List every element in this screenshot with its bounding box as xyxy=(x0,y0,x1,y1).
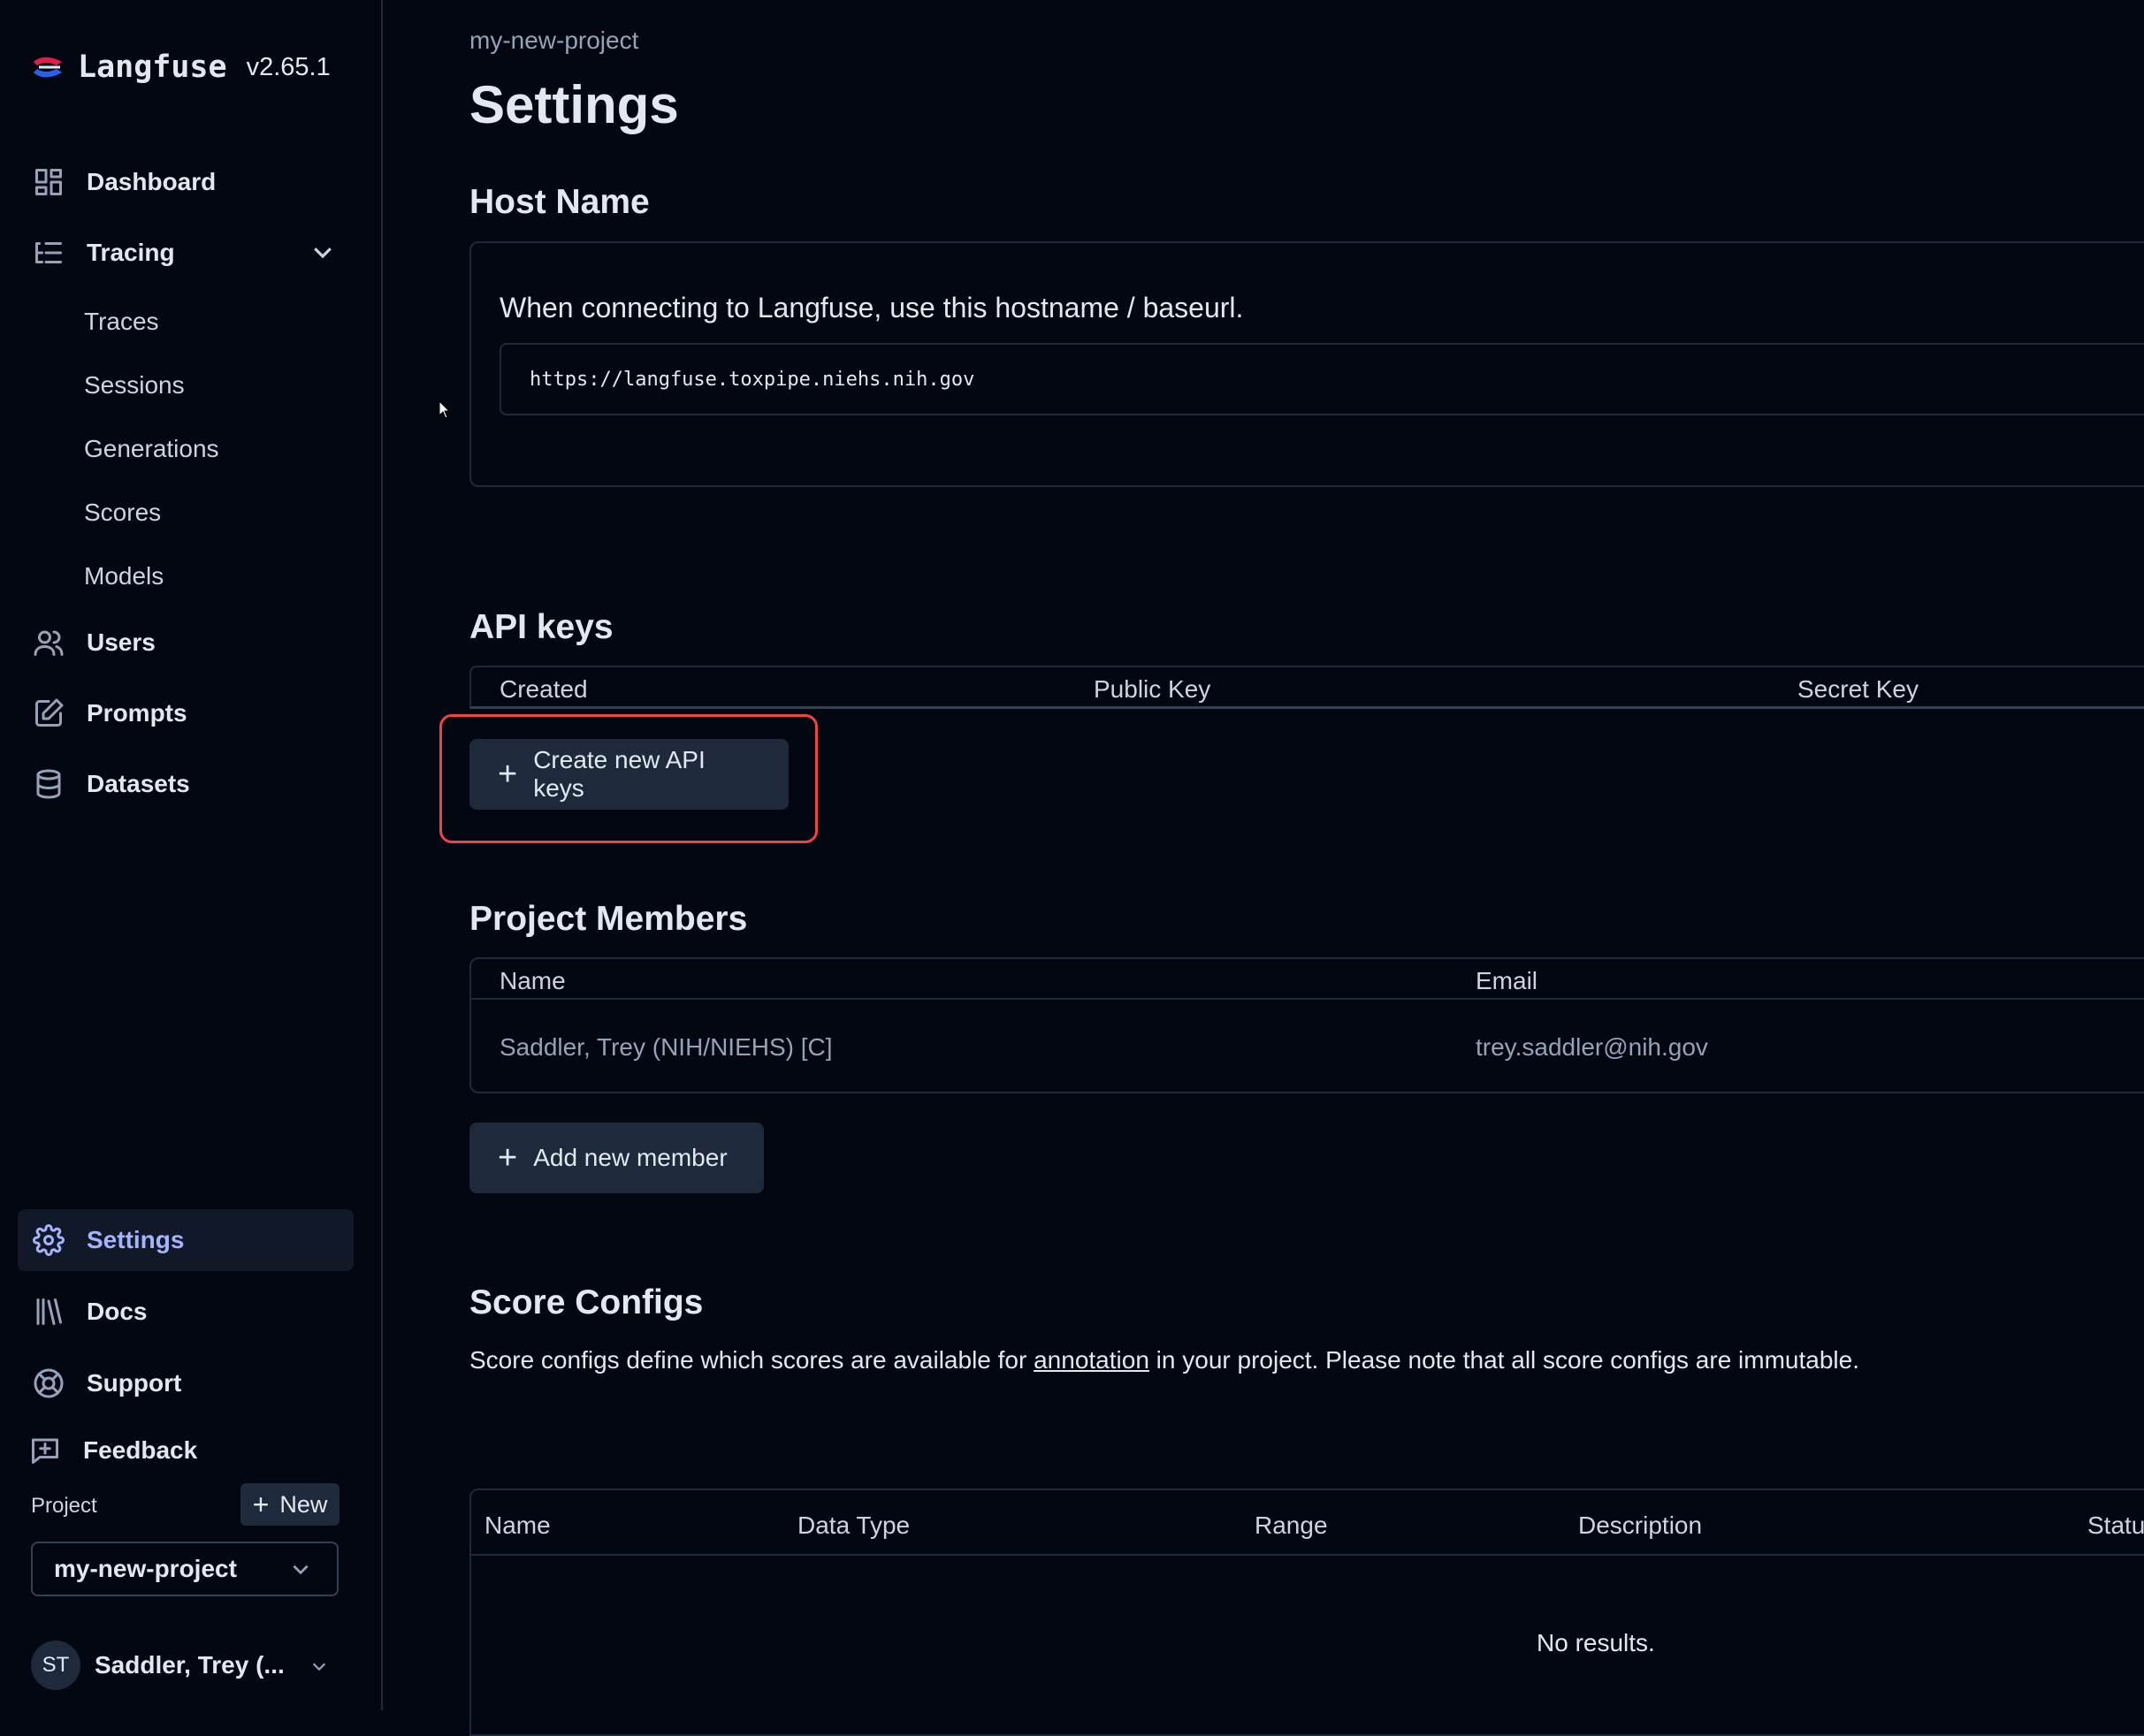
sidebar-item-generations[interactable]: Generations xyxy=(84,435,219,463)
chevron-down-icon xyxy=(289,1557,312,1580)
create-api-keys-button[interactable]: + Create new API keys xyxy=(469,739,789,810)
api-keys-heading: API keys xyxy=(469,608,614,646)
divider xyxy=(471,1554,2144,1556)
sidebar-item-label: Prompts xyxy=(87,699,187,727)
pencil-square-icon xyxy=(32,697,65,730)
project-label: Project xyxy=(31,1494,97,1518)
column-header-secret-key: Secret Key xyxy=(1797,675,1919,703)
sidebar-item-traces[interactable]: Traces xyxy=(84,308,159,336)
sidebar-item-label: Support xyxy=(87,1369,182,1397)
app-name: Langfuse xyxy=(78,49,227,85)
column-header-status: Statu xyxy=(2087,1511,2144,1539)
sidebar-item-sessions[interactable]: Sessions xyxy=(84,371,185,400)
sidebar: Langfuse v2.65.1 Dashboard Tracing Trace… xyxy=(0,0,383,1710)
sidebar-item-dashboard[interactable]: Dashboard xyxy=(18,151,354,213)
sidebar-item-prompts[interactable]: Prompts xyxy=(18,682,354,744)
avatar: ST xyxy=(31,1641,80,1690)
users-icon xyxy=(32,626,65,659)
message-plus-icon xyxy=(28,1434,62,1467)
score-desc-text: in your project. Please note that all sc… xyxy=(1148,1346,1859,1374)
sidebar-item-label: Datasets xyxy=(87,770,190,797)
add-member-label: Add new member xyxy=(533,1144,728,1171)
column-header-created: Created xyxy=(500,675,588,703)
column-header-email: Email xyxy=(1476,967,1538,994)
member-name: Saddler, Trey (NIH/NIEHS) [C] xyxy=(500,1033,833,1061)
plus-icon: + xyxy=(498,1139,518,1176)
sidebar-item-label: Docs xyxy=(87,1298,148,1325)
host-name-description: When connecting to Langfuse, use this ho… xyxy=(500,292,1244,324)
host-name-heading: Host Name xyxy=(469,183,650,221)
project-select[interactable]: my-new-project xyxy=(31,1542,339,1596)
divider xyxy=(471,998,2144,1000)
sidebar-item-feedback[interactable]: Feedback xyxy=(18,1420,354,1481)
column-header-range: Range xyxy=(1255,1511,1328,1539)
logo[interactable]: Langfuse v2.65.1 xyxy=(30,49,331,85)
sidebar-item-label: Feedback xyxy=(83,1436,198,1464)
column-header-data-type: Data Type xyxy=(797,1511,911,1539)
project-select-value: my-new-project xyxy=(54,1555,237,1582)
column-header-description: Description xyxy=(1578,1511,1703,1539)
app-version: v2.65.1 xyxy=(246,52,331,81)
sidebar-item-docs[interactable]: Docs xyxy=(18,1281,354,1343)
sidebar-item-support[interactable]: Support xyxy=(18,1352,354,1414)
list-tree-icon xyxy=(32,236,65,270)
user-name: Saddler, Trey (... xyxy=(95,1651,285,1679)
sidebar-item-label: Dashboard xyxy=(87,168,217,195)
page-title: Settings xyxy=(469,75,679,134)
member-email: trey.saddler@nih.gov xyxy=(1476,1033,1708,1061)
members-table xyxy=(469,957,2144,1093)
sidebar-item-label: Tracing xyxy=(87,239,175,266)
chevron-down-icon xyxy=(309,1656,329,1676)
database-icon xyxy=(32,767,65,801)
add-member-button[interactable]: + Add new member xyxy=(469,1123,764,1193)
library-icon xyxy=(32,1295,65,1329)
sidebar-item-users[interactable]: Users xyxy=(18,612,354,674)
score-configs-heading: Score Configs xyxy=(469,1283,704,1321)
score-configs-description: Score configs define which scores are av… xyxy=(469,1346,1859,1374)
chevron-down-icon[interactable] xyxy=(309,239,336,265)
score-desc-text: Score configs define which scores are av… xyxy=(469,1346,1034,1374)
sidebar-item-tracing[interactable]: Tracing xyxy=(18,222,354,284)
column-header-name: Name xyxy=(484,1511,551,1539)
empty-state: No results. xyxy=(1537,1629,1655,1656)
sidebar-item-label: Settings xyxy=(87,1226,185,1253)
column-header-public-key: Public Key xyxy=(1094,675,1211,703)
plus-icon: + xyxy=(252,1488,270,1520)
mouse-cursor-icon xyxy=(439,400,451,419)
breadcrumb[interactable]: my-new-project xyxy=(469,27,638,55)
plus-icon: + xyxy=(498,756,518,793)
create-api-keys-label: Create new API keys xyxy=(533,746,706,802)
column-header-name: Name xyxy=(500,967,566,994)
annotation-link[interactable]: annotation xyxy=(1034,1346,1149,1374)
sidebar-item-datasets[interactable]: Datasets xyxy=(18,753,354,815)
new-project-button[interactable]: + New xyxy=(240,1483,340,1526)
langfuse-logo-icon xyxy=(34,57,62,78)
project-members-heading: Project Members xyxy=(469,900,748,938)
new-project-label: New xyxy=(279,1490,328,1518)
grid-icon xyxy=(32,165,65,199)
sidebar-item-models[interactable]: Models xyxy=(84,562,164,590)
sidebar-item-label: Users xyxy=(87,628,156,656)
gear-icon xyxy=(32,1223,65,1257)
sidebar-item-scores[interactable]: Scores xyxy=(84,499,161,527)
user-menu[interactable]: ST Saddler, Trey (... xyxy=(31,1641,332,1690)
sidebar-item-settings[interactable]: Settings xyxy=(18,1209,354,1271)
host-url-field[interactable]: https://langfuse.toxpipe.niehs.nih.gov xyxy=(500,343,2144,415)
lifebuoy-icon xyxy=(32,1367,65,1400)
